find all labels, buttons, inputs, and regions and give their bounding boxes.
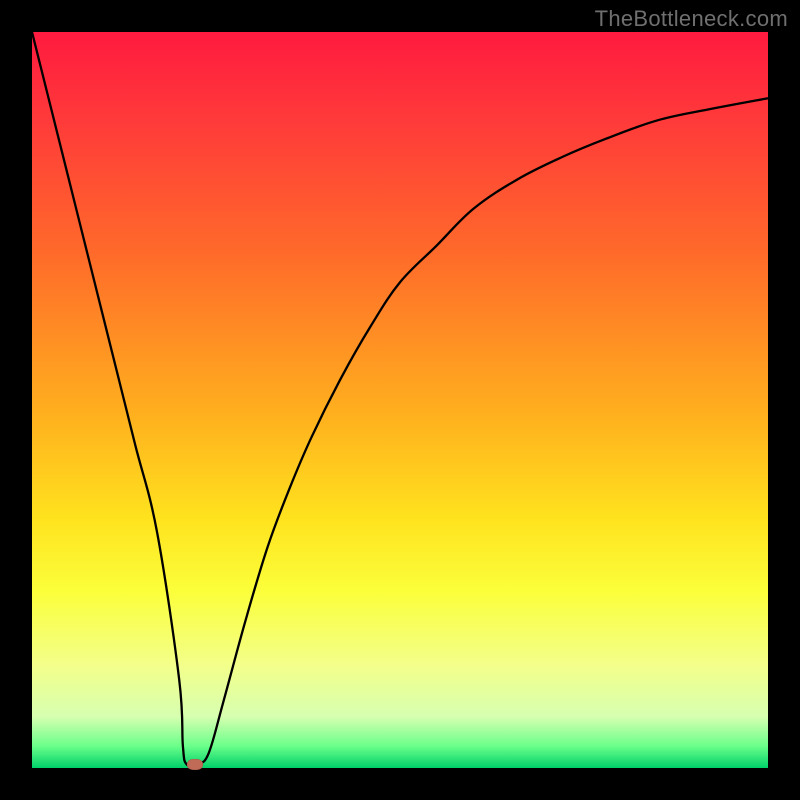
chart-frame: TheBottleneck.com bbox=[0, 0, 800, 800]
watermark-text: TheBottleneck.com bbox=[595, 6, 788, 32]
curve-path bbox=[32, 32, 768, 766]
bottleneck-curve bbox=[32, 32, 768, 768]
plot-area bbox=[32, 32, 768, 768]
optimum-marker bbox=[187, 759, 203, 770]
